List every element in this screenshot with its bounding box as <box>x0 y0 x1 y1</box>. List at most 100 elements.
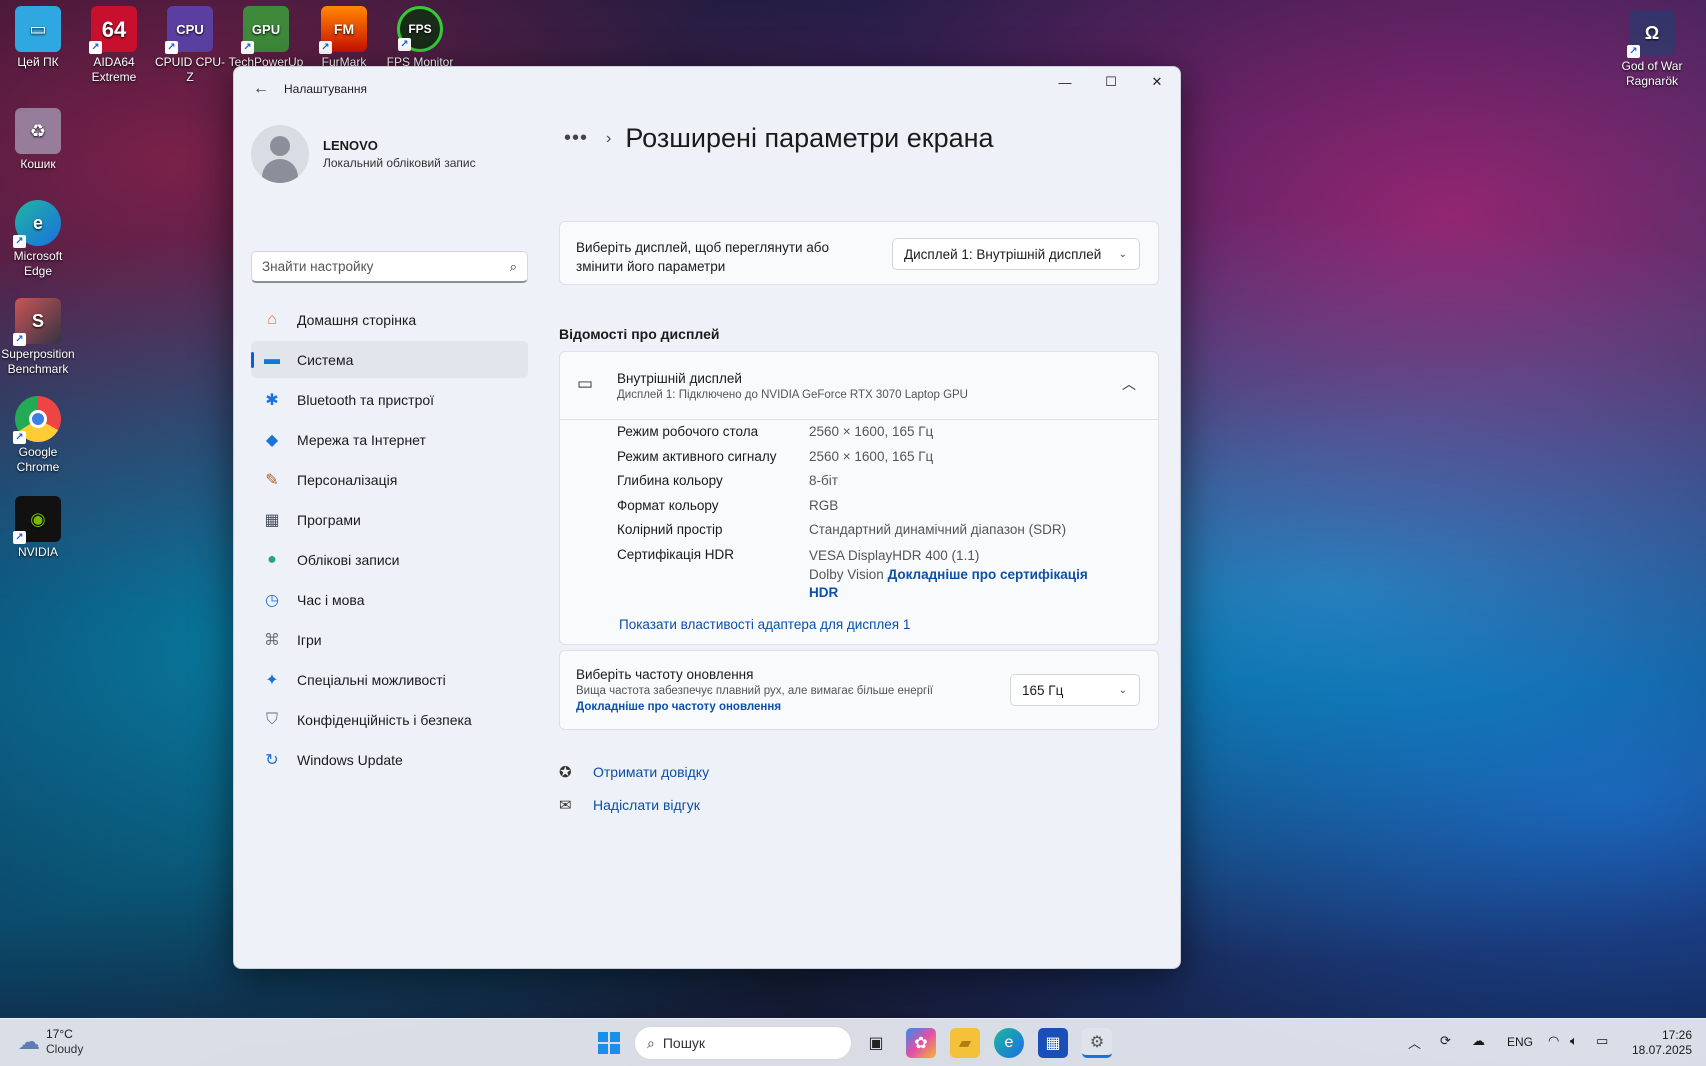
display-info-header[interactable]: ▭ Внутрішній дисплей Дисплей 1: Підключе… <box>560 352 1158 420</box>
weather-widget[interactable]: ☁ 17°C Cloudy <box>18 1027 83 1057</box>
refresh-rate-learn-more-link[interactable]: Докладніше про частоту оновлення <box>576 701 781 713</box>
taskbar: ☁ 17°C Cloudy ⌕ Пошук ▣ ✿ ▰ e ▦ ⚙ ︿ ⟳ ☁ … <box>0 1018 1706 1066</box>
battery-icon[interactable]: ▭ <box>1596 1033 1608 1049</box>
gear-icon: ⚙ <box>1089 1033 1105 1051</box>
desktop-icon-this-pc[interactable]: ▭ Цей ПК <box>0 6 76 70</box>
sidebar-item-home[interactable]: ⌂ Домашня сторінка <box>251 301 528 338</box>
store-button[interactable]: ▦ <box>1038 1028 1068 1058</box>
hdr-value-dolby: Dolby Vision <box>809 566 884 582</box>
chevron-up-icon[interactable]: ︿ <box>1122 374 1136 394</box>
clock-time: 17:26 <box>1661 1028 1692 1042</box>
sidebar-nav: ⌂ Домашня сторінка ▬ Система ✱ Bluetooth та п… <box>251 301 528 781</box>
bluetooth-icon: ✱ <box>265 391 279 409</box>
desktop-icon-fps-monitor[interactable]: FPS ↗ FPS Monitor <box>382 6 458 70</box>
search-icon[interactable]: ⌕ <box>510 259 517 275</box>
profile[interactable]: LENOVO Локальний обліковий запис <box>251 125 476 183</box>
back-arrow-icon: ← <box>253 80 269 97</box>
send-feedback-link[interactable]: ✉ Надіслати відгук <box>559 796 700 814</box>
sidebar-item-label: Програми <box>297 511 361 528</box>
clock-date: 18.07.2025 <box>1631 1043 1692 1057</box>
hdr-value-vesa: VESA DisplayHDR 400 (1.1) <box>809 548 980 563</box>
desktop-icon-nvidia[interactable]: ◉ ↗ NVIDIA <box>0 496 76 560</box>
display-info-key: Глибина кольору <box>617 473 723 488</box>
settings-taskbar-button[interactable]: ⚙ <box>1082 1028 1112 1058</box>
get-help-link[interactable]: ✪ Отримати довідку <box>559 763 709 781</box>
sidebar-item-wifi[interactable]: ◆ Мережа та Інтернет <box>251 421 528 458</box>
desktop-icon-edge[interactable]: e ↗ Microsoft Edge <box>0 200 76 279</box>
adapter-properties-link[interactable]: Показати властивості адаптера для диспле… <box>619 617 910 632</box>
display-dropdown[interactable]: Дисплей 1: Внутрішній дисплей ⌄ <box>892 238 1140 270</box>
sidebar-item-gamepad[interactable]: ⌘ Ігри <box>251 621 528 658</box>
refresh-rate-value: 165 Гц <box>1022 682 1064 698</box>
refresh-rate-title: Виберіть частоту оновлення <box>576 667 754 682</box>
edge-taskbar-button[interactable]: e <box>994 1028 1024 1058</box>
profile-account-type: Локальний обліковий запис <box>323 156 476 170</box>
cloud-off-icon[interactable]: ☁ <box>1472 1033 1485 1049</box>
app-title: Налаштування <box>284 82 367 96</box>
display-select-card: Виберіть дисплей, щоб переглянути або зм… <box>559 221 1159 285</box>
sidebar-item-shield[interactable]: ⛉ Конфіденційність і безпека <box>251 701 528 738</box>
desktop-icon-aida64[interactable]: 64 ↗ AIDA64 Extreme <box>76 6 152 85</box>
sidebar-item-brush[interactable]: ✎ Персоналізація <box>251 461 528 498</box>
clock[interactable]: 17:26 18.07.2025 <box>1632 1028 1692 1058</box>
sidebar-item-apps[interactable]: ▦ Програми <box>251 501 528 538</box>
sidebar-item-update[interactable]: ↻ Windows Update <box>251 741 528 778</box>
copilot-button[interactable]: ✿ <box>906 1028 936 1058</box>
more-icon[interactable]: ••• <box>564 127 588 150</box>
desktop-icon-label: NVIDIA <box>17 545 58 559</box>
brush-icon: ✎ <box>265 471 279 489</box>
breadcrumb: ••• › Розширені параметри екрана <box>559 123 994 154</box>
sidebar-item-accessibility[interactable]: ✦ Спеціальні можливості <box>251 661 528 698</box>
display-dropdown-value: Дисплей 1: Внутрішній дисплей <box>904 246 1102 262</box>
sync-icon[interactable]: ⟳ <box>1440 1033 1451 1049</box>
search-icon: ⌕ <box>647 1034 655 1051</box>
sidebar-item-time-language[interactable]: ◷ Час і мова <box>251 581 528 618</box>
settings-search-box[interactable]: ⌕ <box>251 251 528 283</box>
sidebar-item-label: Система <box>297 351 354 368</box>
aida64-icon: 64 ↗ <box>89 6 137 54</box>
refresh-rate-card: Виберіть частоту оновлення Вища частота … <box>559 650 1159 730</box>
system-icon: ▬ <box>264 350 280 368</box>
wifi-icon[interactable]: ◠ <box>1548 1033 1559 1049</box>
desktop-icon-techpowerup[interactable]: GPU ↗ TechPowerUp <box>228 6 304 70</box>
file-explorer-button[interactable]: ▰ <box>950 1028 980 1058</box>
sidebar-item-label: Bluetooth та пристрої <box>297 391 435 408</box>
maximize-button[interactable]: ☐ <box>1088 67 1134 97</box>
sidebar-item-label: Персоналізація <box>297 471 398 488</box>
desktop-icon-label: AIDA64 Extreme <box>91 55 137 84</box>
volume-icon[interactable]: 🔈︎ <box>1570 1033 1578 1049</box>
home-icon: ⌂ <box>267 310 277 328</box>
taskbar-search[interactable]: ⌕ Пошук <box>634 1026 852 1060</box>
sidebar-item-bluetooth[interactable]: ✱ Bluetooth та пристрої <box>251 381 528 418</box>
display-info-subtitle: Дисплей 1: Підключено до NVIDIA GeForce … <box>617 389 968 401</box>
sidebar-item-system[interactable]: ▬ Система <box>251 341 528 378</box>
search-input[interactable] <box>262 259 510 274</box>
desktop-icon-superposition[interactable]: S ↗ Superposition Benchmark <box>0 298 76 377</box>
desktop-icon-recycle-bin[interactable]: ♻ Кошик <box>0 108 76 172</box>
minimize-button[interactable]: — <box>1042 67 1088 97</box>
sidebar-item-label: Облікові записи <box>297 551 400 568</box>
shield-icon: ⛉ <box>265 710 278 728</box>
task-view-button[interactable]: ▣ <box>861 1028 891 1058</box>
display-info-value: RGB <box>809 497 839 513</box>
desktop-icon-god-of-war[interactable]: Ω ↗ God of War Ragnarök <box>1610 10 1694 89</box>
refresh-rate-dropdown[interactable]: 165 Гц ⌄ <box>1010 674 1140 706</box>
display-info-section-label: Відомості про дисплей <box>559 326 720 342</box>
close-button[interactable]: ✕ <box>1134 67 1180 97</box>
desktop-icon-label: Google Chrome <box>16 445 60 474</box>
sidebar-item-accounts[interactable]: ● Облікові записи <box>251 541 528 578</box>
chevron-up-icon[interactable]: ︿ <box>1408 1033 1421 1052</box>
sidebar-item-label: Windows Update <box>297 751 403 768</box>
help-icon: ✪ <box>559 764 572 781</box>
display-info-row: Режим робочого стола 2560 × 1600, 165 Гц <box>617 424 1066 449</box>
sidebar-item-label: Ігри <box>297 631 322 648</box>
furmark-icon: FM ↗ <box>319 6 367 54</box>
desktop-icon-furmark[interactable]: FM ↗ FurMark <box>306 6 382 70</box>
desktop-icon-chrome[interactable]: ↗ Google Chrome <box>0 396 76 475</box>
start-button[interactable] <box>594 1028 624 1058</box>
back-button[interactable]: ← <box>246 75 276 103</box>
display-info-value: 8-біт <box>809 473 838 488</box>
desktop-icon-cpuz[interactable]: CPU ↗ CPUID CPU-Z <box>152 6 228 85</box>
desktop-icon-label: God of War Ragnarök <box>1621 59 1683 88</box>
language-indicator[interactable]: ENG <box>1507 1035 1533 1049</box>
